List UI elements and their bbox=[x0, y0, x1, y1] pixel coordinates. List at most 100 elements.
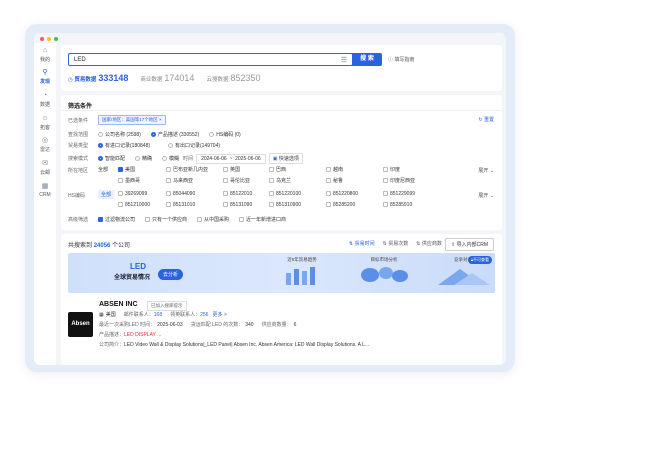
company-intro-row: 公司简介： LED Video Wall & Display Solutions… bbox=[99, 341, 370, 349]
adv-filter-logistics[interactable]: 过滤物流公司 bbox=[98, 216, 135, 223]
contact-count[interactable]: 256 bbox=[200, 312, 208, 318]
us-flag-icon: ▦ bbox=[99, 311, 104, 318]
hs-item[interactable]: 851220100 bbox=[269, 191, 326, 197]
mountain-chart-icon bbox=[438, 269, 490, 285]
checkbox bbox=[326, 191, 331, 196]
sidebar-item-customer[interactable]: ☺ 拓客 bbox=[34, 115, 56, 131]
checkbox bbox=[383, 167, 388, 172]
mode-exact[interactable]: 精确 bbox=[135, 155, 152, 162]
adv-new-importer[interactable]: 近一年新增进口商 bbox=[239, 216, 286, 223]
region-item[interactable]: 马来西亚 bbox=[166, 177, 223, 184]
close-icon[interactable]: × bbox=[159, 117, 162, 122]
type-import[interactable]: 有进口记录(180848) bbox=[98, 142, 150, 149]
radio bbox=[168, 143, 174, 148]
maximize-dot[interactable] bbox=[54, 37, 58, 41]
radio bbox=[162, 156, 168, 161]
quick-options-button[interactable]: ▣ 快速选项 bbox=[268, 153, 303, 164]
region-item[interactable]: 巴西 bbox=[269, 166, 326, 173]
sidebar-item-discover[interactable]: ⚲ 发现 bbox=[34, 69, 56, 85]
trend-bars-icon bbox=[286, 267, 315, 285]
email-count[interactable]: 168 bbox=[154, 312, 162, 318]
scope-product[interactable]: 产品描述 (330552) bbox=[150, 131, 199, 138]
search-button[interactable]: 搜 索 bbox=[352, 53, 382, 66]
checkbox bbox=[166, 178, 171, 183]
hs-item[interactable]: 851229099 bbox=[383, 191, 437, 197]
more-link[interactable]: 更多 > bbox=[212, 311, 226, 318]
radar-icon: ◎ bbox=[41, 137, 49, 144]
sort-supplier-count[interactable]: ⇅ 供应商数 bbox=[416, 240, 442, 247]
checkbox bbox=[383, 191, 388, 196]
company-name[interactable]: ABSEN INC bbox=[99, 301, 138, 308]
analyze-button[interactable]: 去分析 bbox=[158, 269, 184, 280]
region-item[interactable]: 越南 bbox=[326, 166, 383, 173]
region-item[interactable]: 墨西哥 bbox=[118, 177, 166, 184]
checkbox bbox=[269, 167, 274, 172]
filter-icon[interactable]: ☰ bbox=[341, 56, 347, 64]
search-input[interactable]: LED ☰ bbox=[68, 53, 353, 66]
market-panel[interactable]: 目标市场分析 bbox=[350, 257, 418, 289]
type-export[interactable]: 有出口记录(149704) bbox=[168, 142, 220, 149]
minimize-dot[interactable] bbox=[47, 37, 51, 41]
region-item[interactable]: 印度 bbox=[383, 166, 437, 173]
region-item[interactable]: 哥伦比亚 bbox=[223, 177, 269, 184]
mode-smart[interactable]: 智能匹配 bbox=[98, 155, 125, 162]
checkbox bbox=[269, 178, 274, 183]
export-crm-button[interactable]: ⇪ 导入内部CRM bbox=[445, 238, 494, 251]
checkbox bbox=[98, 217, 103, 222]
region-item[interactable]: 美国 bbox=[118, 166, 166, 173]
sort-trade-count[interactable]: ⇅ 贸易次数 bbox=[383, 240, 409, 247]
data-icon: ◔ bbox=[42, 92, 48, 99]
hs-item[interactable]: 85122010 bbox=[223, 191, 269, 197]
data-tabs: ◷ 贸易数据 333148 商业数据 174014 云搜数据 852350 bbox=[68, 73, 261, 83]
company-logo[interactable]: Absen bbox=[68, 312, 93, 337]
hs-expand[interactable]: 展开 ⌄ bbox=[478, 192, 494, 199]
sidebar-item-mail[interactable]: ✉ 云邮 bbox=[34, 160, 56, 176]
tab-trade-data[interactable]: ◷ 贸易数据 333148 bbox=[68, 73, 128, 83]
adv-single-supplier[interactable]: 只有一个供应商 bbox=[145, 216, 187, 223]
main-content: LED ☰ 搜 索 ⓘ 填写指南 ◷ 贸易数据 333148 商业数据 174014… bbox=[61, 45, 502, 365]
crm-icon: ▦ bbox=[41, 183, 49, 190]
hs-item[interactable]: 85285200 bbox=[326, 202, 383, 208]
hs-item[interactable]: 85285910 bbox=[383, 202, 437, 208]
hs-item[interactable]: 851210000 bbox=[118, 202, 166, 208]
checkbox bbox=[223, 167, 228, 172]
chevron-down-icon: ⌄ bbox=[489, 168, 494, 174]
region-item[interactable]: 巴布亚新几内亚 bbox=[166, 166, 223, 173]
guide-link[interactable]: ⓘ 填写指南 bbox=[388, 56, 414, 63]
chevron-down-icon: ⌄ bbox=[489, 193, 494, 199]
hs-item[interactable]: 39269099 bbox=[118, 191, 166, 197]
radio bbox=[150, 132, 156, 137]
selected-tag[interactable]: 国家/地区：美国等17个地区 × bbox=[98, 115, 166, 125]
region-item[interactable]: 英国 bbox=[223, 166, 269, 173]
region-item[interactable]: 印度尼西亚 bbox=[383, 177, 437, 184]
region-item[interactable]: 乌克兰 bbox=[269, 177, 326, 184]
sidebar-item-mine[interactable]: ⌂ 我的 bbox=[34, 47, 56, 63]
sidebar-item-crm[interactable]: ▦ CRM bbox=[34, 183, 56, 198]
trend-panel[interactable]: 近5年贸易趋势 bbox=[268, 257, 336, 289]
date-range-input[interactable]: 2024-06-06 ~ 2025-06-06 bbox=[196, 153, 266, 164]
tab-business-data[interactable]: 商业数据 174014 bbox=[140, 73, 194, 83]
scope-hs[interactable]: HS编码 (0) bbox=[209, 131, 241, 138]
hs-item[interactable]: 851220800 bbox=[326, 191, 383, 197]
sidebar-item-data[interactable]: ◔ 数据 bbox=[34, 92, 56, 108]
adv-from-china[interactable]: 从中国采购 bbox=[197, 216, 229, 223]
customer-icon: ☺ bbox=[41, 115, 49, 122]
hs-item[interactable]: 85131090 bbox=[223, 202, 269, 208]
hs-item[interactable]: 85044090 bbox=[166, 191, 223, 197]
hs-item[interactable]: 85131010 bbox=[166, 202, 223, 208]
region-item[interactable]: 秘鲁 bbox=[326, 177, 383, 184]
region-expand[interactable]: 展开 ⌄ bbox=[478, 167, 494, 174]
sidebar-item-radar[interactable]: ◎ 雷达 bbox=[34, 137, 56, 153]
region-item[interactable]: 全部 bbox=[98, 166, 118, 173]
close-dot[interactable] bbox=[40, 37, 44, 41]
checkbox bbox=[197, 217, 203, 222]
reset-button[interactable]: ↻ 重置 bbox=[478, 116, 494, 123]
scope-company[interactable]: 公司名称 (2598) bbox=[98, 131, 141, 138]
checkbox bbox=[166, 202, 171, 207]
mode-fuzzy[interactable]: 模糊 bbox=[162, 155, 179, 162]
mode-row: 搜索模式 智能匹配 精确 模糊 时间 2024-06-06 ~ 2025-06-… bbox=[68, 153, 303, 164]
hs-all-button[interactable]: 全部 bbox=[98, 190, 115, 199]
tab-cloud-data[interactable]: 云搜数据 852350 bbox=[206, 73, 260, 83]
hs-item[interactable]: 851310900 bbox=[269, 202, 326, 208]
sort-trade-time[interactable]: ⇅ 贸易时间 bbox=[349, 240, 375, 247]
